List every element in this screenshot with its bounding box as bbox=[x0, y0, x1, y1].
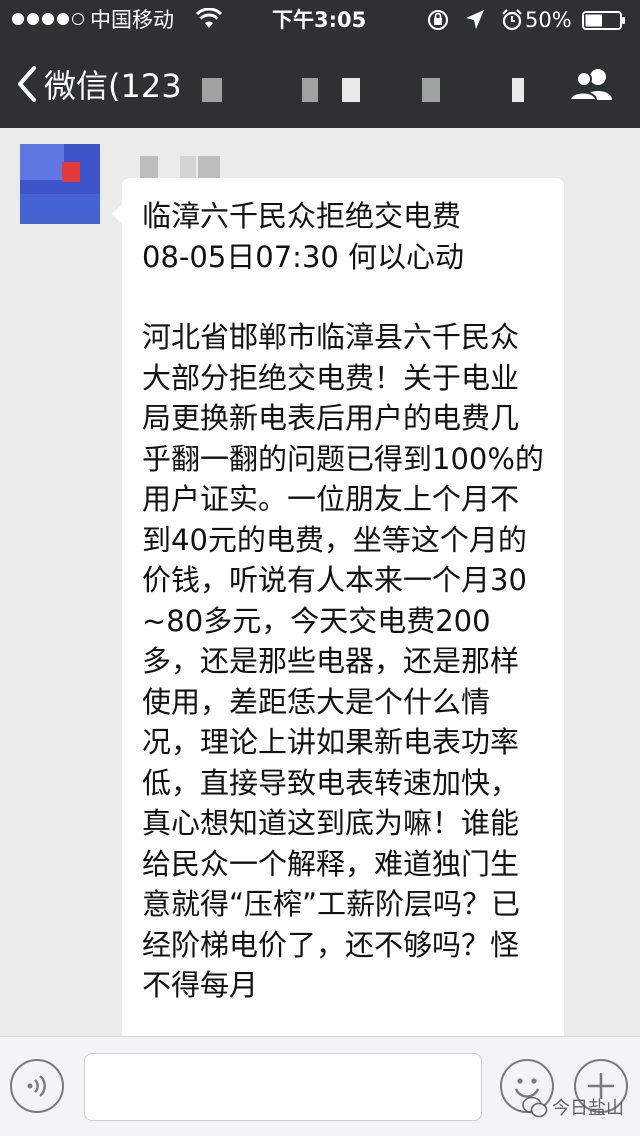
message-title-line: 临漳六千民众拒绝交电费 bbox=[142, 199, 462, 233]
blurred-title-block bbox=[422, 78, 440, 102]
blurred-title-block bbox=[342, 78, 360, 102]
carrier-name: 中国移动 bbox=[90, 8, 174, 32]
message-body: 河北省邯郸市临漳县六千民众大部分拒绝交电费！关于电业局更换新电表后用户的电费几乎… bbox=[142, 320, 544, 1002]
watermark-text: 今日盐山 bbox=[552, 1098, 624, 1119]
clock-time: 下午3:05 bbox=[272, 8, 367, 32]
nav-bar: 微信(123 bbox=[0, 40, 640, 128]
blurred-title-block bbox=[512, 78, 524, 102]
avatar[interactable] bbox=[20, 144, 100, 224]
message-input[interactable] bbox=[84, 1053, 482, 1121]
message-bubble[interactable]: 临漳六千民众拒绝交电费 08-05日07:30 何以心动 河北省邯郸市临漳县六千… bbox=[112, 178, 564, 1036]
top-bar: 中国移动 下午3:05 50% 微信(123 bbox=[0, 0, 640, 128]
location-icon bbox=[466, 10, 484, 29]
blurred-title-block bbox=[202, 78, 222, 102]
battery-percent: 50% bbox=[525, 8, 572, 32]
alarm-icon bbox=[502, 9, 522, 31]
back-label: 微信(123 bbox=[44, 67, 182, 105]
contact-info-icon[interactable] bbox=[568, 66, 616, 102]
message-date-line: 08-05日07:30 何以心动 bbox=[142, 239, 465, 274]
chevron-left-icon bbox=[18, 66, 36, 102]
rotation-lock-icon bbox=[428, 10, 448, 30]
blurred-title-block bbox=[302, 78, 318, 102]
wechat-logo-icon bbox=[522, 1096, 548, 1118]
watermark: 今日盐山 bbox=[522, 1094, 624, 1120]
voice-icon bbox=[27, 1075, 46, 1097]
message-text: 临漳六千民众拒绝交电费 08-05日07:30 何以心动 河北省邯郸市临漳县六千… bbox=[142, 196, 544, 1006]
battery-icon bbox=[582, 11, 625, 30]
input-bar bbox=[0, 1036, 640, 1136]
back-button[interactable]: 微信(123 bbox=[16, 62, 196, 106]
voice-button[interactable] bbox=[10, 1059, 64, 1113]
status-bar: 中国移动 下午3:05 50% bbox=[0, 0, 640, 40]
signal-dots-icon bbox=[12, 13, 84, 25]
chat-area[interactable]: 临漳六千民众拒绝交电费 08-05日07:30 何以心动 河北省邯郸市临漳县六千… bbox=[0, 128, 640, 1036]
wifi-icon bbox=[196, 8, 222, 28]
